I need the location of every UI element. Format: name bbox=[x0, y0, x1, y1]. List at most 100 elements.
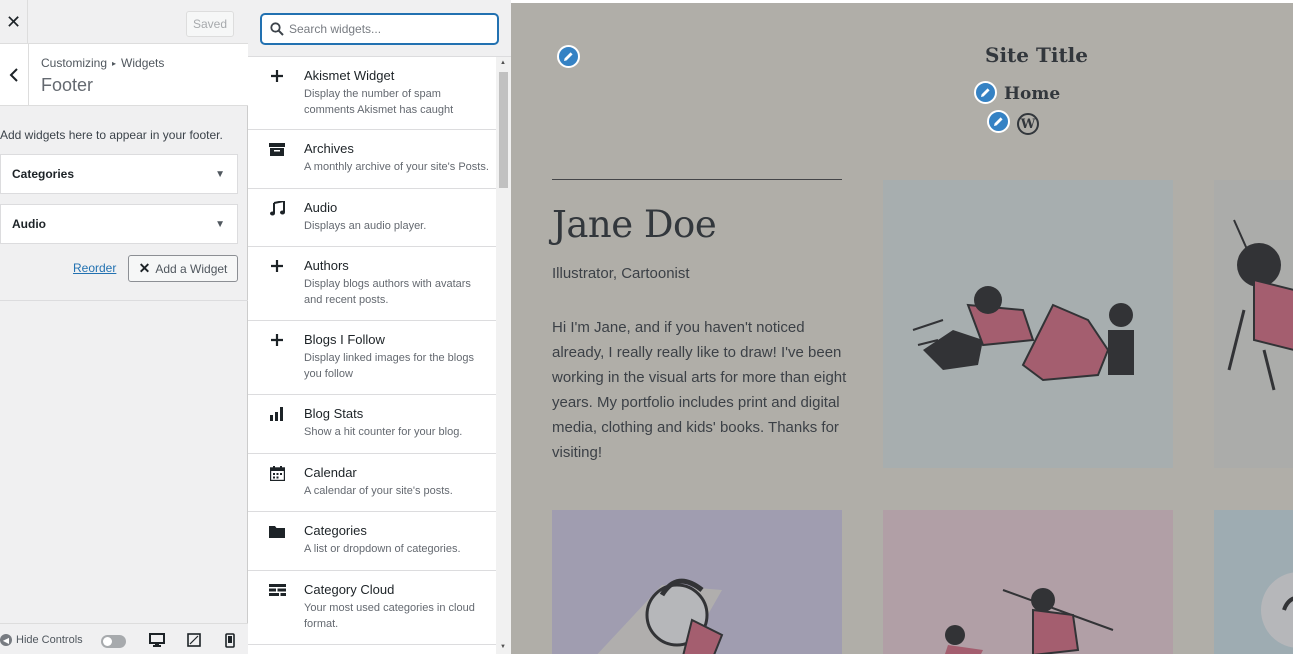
widget-option-blogs-i-follow[interactable]: Blogs I Follow Display linked images for… bbox=[248, 321, 496, 395]
widget-search-input[interactable] bbox=[289, 19, 489, 39]
portfolio-image-1[interactable] bbox=[883, 180, 1173, 468]
widget-option-title: Calendar bbox=[304, 465, 357, 480]
saved-button[interactable]: Saved bbox=[186, 11, 234, 37]
widget-option-category-cloud[interactable]: Category Cloud Your most used categories… bbox=[248, 571, 496, 645]
close-customizer-button[interactable]: ✕ bbox=[0, 0, 28, 44]
wordpress-logo-icon[interactable]: W bbox=[1017, 113, 1039, 135]
section-description: Add widgets here to appear in your foote… bbox=[0, 128, 223, 142]
tablet-icon bbox=[187, 633, 201, 647]
breadcrumb: Customizing ▸ Widgets bbox=[41, 56, 164, 70]
portfolio-image-2[interactable] bbox=[1214, 180, 1293, 468]
widget-row-label: Audio bbox=[12, 217, 46, 231]
widget-row-audio[interactable]: Audio ▼ bbox=[0, 204, 238, 244]
widget-option-title: Authors bbox=[304, 258, 349, 273]
customizer-sidebar: ✕ Saved Customizing ▸ Widgets Footer Add w… bbox=[0, 0, 248, 654]
hide-controls-button[interactable]: ◀ Hide Controls bbox=[0, 634, 83, 646]
customizer-footer: ◀ Hide Controls bbox=[0, 623, 248, 654]
back-button[interactable] bbox=[0, 44, 29, 106]
archive-icon bbox=[268, 140, 286, 158]
portfolio-image-5[interactable] bbox=[1214, 510, 1293, 654]
widget-option-desc: A list or dropdown of categories. bbox=[304, 543, 461, 555]
widget-option-authors[interactable]: Authors Display blogs authors with avata… bbox=[248, 247, 496, 321]
widget-row-label: Categories bbox=[12, 167, 75, 181]
widget-option-title: Blog Stats bbox=[304, 406, 364, 421]
widget-option-desc: Show a hit counter for your blog. bbox=[304, 426, 463, 438]
caret-down-icon: ▼ bbox=[215, 168, 225, 180]
breadcrumb-separator: ▸ bbox=[112, 59, 117, 68]
search-icon bbox=[270, 22, 284, 36]
mobile-preview-button[interactable] bbox=[221, 632, 239, 648]
widget-list: Akismet Widget Display the number of spa… bbox=[248, 57, 496, 654]
pencil-icon bbox=[981, 88, 990, 97]
widget-option-desc: Display the number of spam comments Akis… bbox=[304, 88, 454, 116]
pencil-icon bbox=[994, 117, 1003, 126]
chevron-left-icon bbox=[9, 68, 18, 82]
widget-option-akismet[interactable]: Akismet Widget Display the number of spa… bbox=[248, 57, 496, 130]
author-name: Jane Doe bbox=[552, 203, 717, 246]
widget-option-calendar[interactable]: Calendar A calendar of your site's posts… bbox=[248, 454, 496, 512]
widget-option-title: Blogs I Follow bbox=[304, 332, 385, 347]
widget-option-categories[interactable]: Categories A list or dropdown of categor… bbox=[248, 512, 496, 571]
scroll-down-arrow-icon[interactable]: ▼ bbox=[500, 644, 506, 650]
breadcrumb-customizing: Customizing bbox=[41, 56, 108, 70]
divider bbox=[552, 179, 842, 180]
widget-option-desc: Displays an audio player. bbox=[304, 220, 427, 232]
desktop-icon bbox=[149, 633, 165, 647]
cloud-list-icon bbox=[268, 581, 286, 599]
widget-option-audio[interactable]: Audio Displays an audio player. bbox=[248, 189, 496, 247]
widget-row-categories[interactable]: Categories ▼ bbox=[0, 154, 238, 194]
widget-option-title: Audio bbox=[304, 200, 338, 215]
available-widgets-panel: Akismet Widget Display the number of spa… bbox=[248, 0, 511, 654]
widget-option-title: Categories bbox=[304, 523, 367, 538]
scroll-up-arrow-icon[interactable]: ▲ bbox=[500, 60, 506, 66]
section-header: Customizing ▸ Widgets Footer bbox=[0, 44, 248, 106]
edit-shortcut-logo[interactable] bbox=[557, 45, 580, 68]
folder-icon bbox=[268, 522, 286, 540]
portfolio-image-3[interactable] bbox=[552, 510, 842, 654]
widget-option-archives[interactable]: Archives A monthly archive of your site'… bbox=[248, 130, 496, 189]
edit-shortcut-menu[interactable] bbox=[974, 81, 997, 104]
section-title: Footer bbox=[41, 75, 94, 95]
hide-controls-label: Hide Controls bbox=[16, 634, 83, 646]
toggle-switch[interactable] bbox=[101, 635, 126, 648]
widget-list-scrollbar[interactable]: ▲ ▼ bbox=[496, 57, 511, 654]
plus-icon bbox=[268, 331, 286, 349]
mobile-icon bbox=[225, 632, 235, 648]
portfolio-image-4[interactable] bbox=[883, 510, 1173, 654]
caret-down-icon: ▼ bbox=[215, 218, 225, 230]
widget-option-desc: A calendar of your site's posts. bbox=[304, 485, 453, 497]
widget-option-title: Akismet Widget bbox=[304, 68, 395, 83]
widget-option-desc: Display blogs authors with avatars and r… bbox=[304, 278, 471, 306]
plus-icon bbox=[268, 67, 286, 85]
bar-chart-icon bbox=[268, 405, 286, 423]
collapse-arrow-icon: ◀ bbox=[0, 634, 12, 646]
close-x-icon: ✕ bbox=[138, 260, 151, 276]
desktop-preview-button[interactable] bbox=[148, 632, 166, 648]
author-bio: Hi I'm Jane, and if you haven't noticed … bbox=[552, 319, 847, 461]
calendar-icon bbox=[268, 464, 286, 482]
tablet-preview-button[interactable] bbox=[185, 632, 203, 648]
site-title[interactable]: Site Title bbox=[985, 43, 1088, 67]
nav-link-home[interactable]: Home bbox=[1004, 84, 1060, 104]
widget-option-blog-stats[interactable]: Blog Stats Show a hit counter for your b… bbox=[248, 395, 496, 454]
add-widget-label: Add a Widget bbox=[155, 261, 228, 276]
customizer-header: ✕ Saved bbox=[0, 0, 248, 44]
widget-option-title: Archives bbox=[304, 141, 354, 156]
widget-option-title: Category Cloud bbox=[304, 582, 395, 597]
divider bbox=[0, 300, 248, 301]
plus-icon bbox=[268, 257, 286, 275]
music-note-icon bbox=[268, 199, 286, 217]
edit-shortcut-social[interactable] bbox=[987, 110, 1010, 133]
breadcrumb-widgets: Widgets bbox=[121, 56, 165, 70]
pencil-icon bbox=[564, 52, 573, 61]
site-preview: Site Title Home W Jane Doe Illustrator, … bbox=[511, 3, 1293, 654]
author-role: Illustrator, Cartoonist bbox=[552, 265, 690, 282]
add-widget-button[interactable]: ✕ Add a Widget bbox=[128, 255, 238, 282]
widget-option-desc: A monthly archive of your site's Posts. bbox=[304, 161, 489, 173]
widget-option-desc: Your most used categories in cloud forma… bbox=[304, 602, 475, 630]
widget-search-bar bbox=[248, 0, 511, 57]
widget-option-desc: Display linked images for the blogs you … bbox=[304, 352, 474, 380]
reorder-link[interactable]: Reorder bbox=[73, 261, 116, 275]
widget-search-box bbox=[261, 14, 498, 44]
scrollbar-thumb[interactable] bbox=[499, 72, 508, 188]
